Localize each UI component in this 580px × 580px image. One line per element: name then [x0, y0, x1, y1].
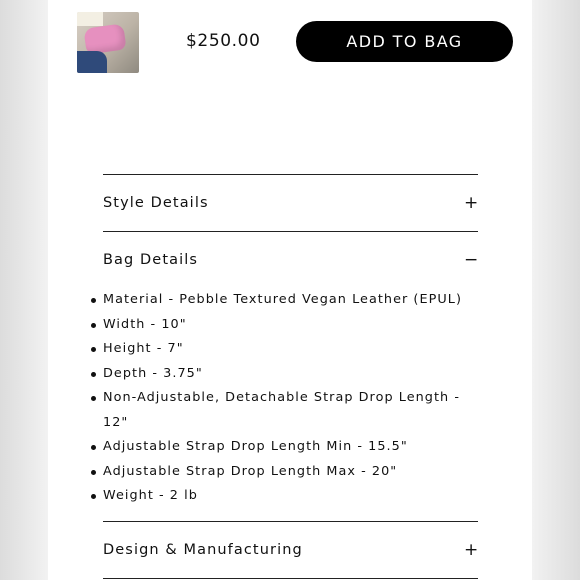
- denim-sleeve-image: [77, 51, 107, 73]
- list-item-text: Adjustable Strap Drop Length Max - 20": [103, 463, 398, 479]
- bullet-icon: [91, 371, 96, 377]
- add-to-bag-button[interactable]: ADD TO BAG: [296, 21, 513, 62]
- accordion-header-style-details[interactable]: Style Details +: [103, 175, 478, 231]
- bullet-icon: [91, 298, 96, 303]
- list-item-text: Weight - 2 lb: [103, 488, 198, 503]
- list-item-text: Depth - 3.75": [103, 365, 203, 381]
- pink-bag-image: [83, 23, 127, 55]
- list-item: Material - Pebble Textured Vegan Leather…: [91, 288, 478, 313]
- list-item: Weight - 2 lb: [91, 484, 478, 509]
- thumbnail-background: [77, 12, 103, 26]
- divider: [103, 577, 478, 579]
- product-thumbnail[interactable]: [77, 12, 139, 73]
- product-details-accordion: Style Details + Bag Details − Material -…: [91, 174, 478, 579]
- list-item-text: Width - 10": [103, 316, 187, 332]
- bullet-icon: [91, 322, 96, 328]
- accordion-title: Style Details: [103, 195, 209, 211]
- list-item: Width - 10": [91, 313, 478, 338]
- background-right: [532, 0, 580, 580]
- bullet-icon: [91, 469, 96, 475]
- list-item: Height - 7": [91, 337, 478, 362]
- list-item: Depth - 3.75": [91, 362, 478, 387]
- accordion-body-bag-details: Material - Pebble Textured Vegan Leather…: [91, 288, 478, 521]
- bullet-icon: [91, 494, 96, 499]
- background-left: [0, 0, 48, 580]
- plus-icon[interactable]: +: [464, 540, 478, 560]
- plus-icon[interactable]: +: [464, 193, 478, 213]
- accordion-title: Bag Details: [103, 252, 199, 268]
- bullet-icon: [91, 445, 96, 450]
- minus-icon[interactable]: −: [464, 250, 478, 270]
- list-item-text: Adjustable Strap Drop Length Min - 15.5": [103, 439, 408, 454]
- bag-details-list: Material - Pebble Textured Vegan Leather…: [91, 288, 478, 509]
- list-item: Adjustable Strap Drop Length Max - 20": [91, 460, 478, 485]
- bullet-icon: [91, 347, 96, 352]
- product-page: $250.00 ADD TO BAG Style Details + Bag D…: [48, 0, 532, 580]
- accordion-header-design-manufacturing[interactable]: Design & Manufacturing +: [103, 522, 478, 578]
- list-item: Non-Adjustable, Detachable Strap Drop Le…: [91, 386, 478, 435]
- bullet-icon: [91, 396, 96, 401]
- list-item-text: Material - Pebble Textured Vegan Leather…: [103, 292, 463, 307]
- product-price: $250.00: [186, 31, 261, 51]
- sticky-purchase-bar: $250.00 ADD TO BAG: [48, 0, 532, 84]
- accordion-title: Design & Manufacturing: [103, 541, 303, 558]
- list-item-text: Height - 7": [103, 341, 184, 356]
- list-item: Adjustable Strap Drop Length Min - 15.5": [91, 435, 478, 460]
- list-item-text: Non-Adjustable, Detachable Strap Drop Le…: [103, 390, 460, 430]
- accordion-header-bag-details[interactable]: Bag Details −: [103, 232, 478, 288]
